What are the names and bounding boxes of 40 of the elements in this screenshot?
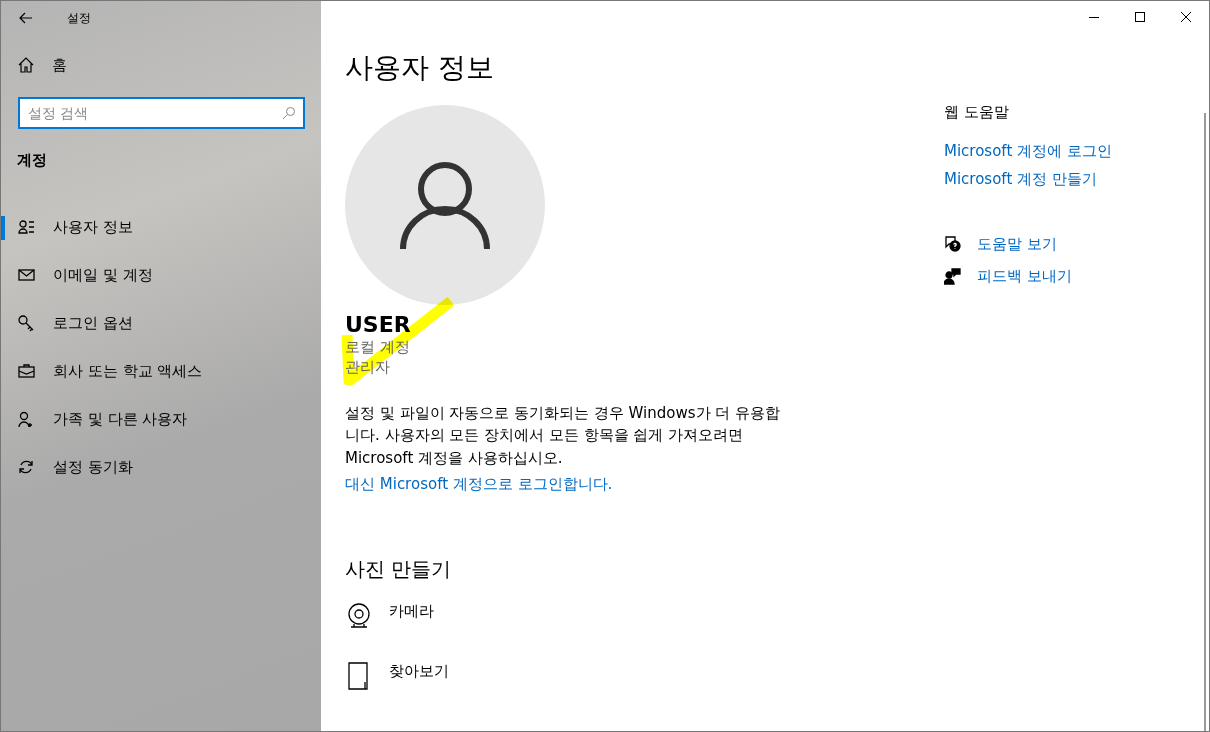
window-title: 설정 <box>67 10 91 27</box>
user-name: USER <box>345 313 412 338</box>
close-icon <box>1181 12 1191 22</box>
person-icon <box>399 159 491 251</box>
section-heading: 사진 만들기 <box>345 555 453 583</box>
help-action[interactable]: 도움말 보기 <box>944 232 1209 255</box>
help-action-link[interactable]: 도움말 보기 <box>977 232 1057 255</box>
photo-option[interactable]: 카메라 <box>345 599 921 660</box>
user-list-icon <box>18 219 35 236</box>
sidebar-item[interactable]: 사용자 정보 <box>1 203 321 252</box>
help-action[interactable]: 피드백 보내기 <box>944 265 1209 288</box>
sidebar-item[interactable]: 로그인 옵션 <box>1 299 321 348</box>
help-link[interactable]: Microsoft 계정에 로그인 <box>944 139 1112 162</box>
feedback-icon <box>944 267 961 285</box>
sidebar-item[interactable]: 가족 및 다른 사용자 <box>1 395 321 444</box>
section-heading: 계정 <box>17 150 48 171</box>
sidebar-item[interactable]: 이메일 및 계정 <box>1 251 321 300</box>
help-icon <box>944 235 961 253</box>
sidebar-item[interactable]: 설정 동기화 <box>1 443 321 492</box>
help-link[interactable]: Microsoft 계정 만들기 <box>944 168 1097 191</box>
minimize-icon <box>1089 16 1099 18</box>
sidebar-item[interactable]: 회사 또는 학교 액세스 <box>1 347 321 396</box>
page-title: 사용자 정보 <box>345 50 495 86</box>
home-nav-item[interactable]: 홈 <box>1 43 321 87</box>
person-plus-icon <box>18 411 35 428</box>
maximize-icon <box>1135 12 1145 22</box>
nav-label: 홈 <box>52 54 67 76</box>
help-action-link[interactable]: 피드백 보내기 <box>977 265 1072 288</box>
briefcase-icon <box>18 363 35 380</box>
search-icon <box>282 106 296 120</box>
sync-icon <box>18 459 35 476</box>
search-field[interactable]: 설정 검색 <box>18 97 305 129</box>
envelope-icon <box>18 267 35 284</box>
microsoft-signin-link[interactable]: 대신 Microsoft 계정으로 로그인합니다. <box>345 473 613 496</box>
back-arrow-icon <box>19 12 33 24</box>
home-icon <box>18 57 34 73</box>
key-icon <box>18 315 35 332</box>
help-heading: 웹 도움말 <box>944 102 1010 123</box>
description-text: 설정 및 파일이 자동으로 동기화되는 경우 Windows가 더 유용합니다. 사용자의 모든 장치에서 모든 항목을 쉽게 가져오려면 Microsoft 계정을 사용하십시오. <box>345 402 782 469</box>
photo-option[interactable]: 찾아보기 <box>345 659 921 720</box>
